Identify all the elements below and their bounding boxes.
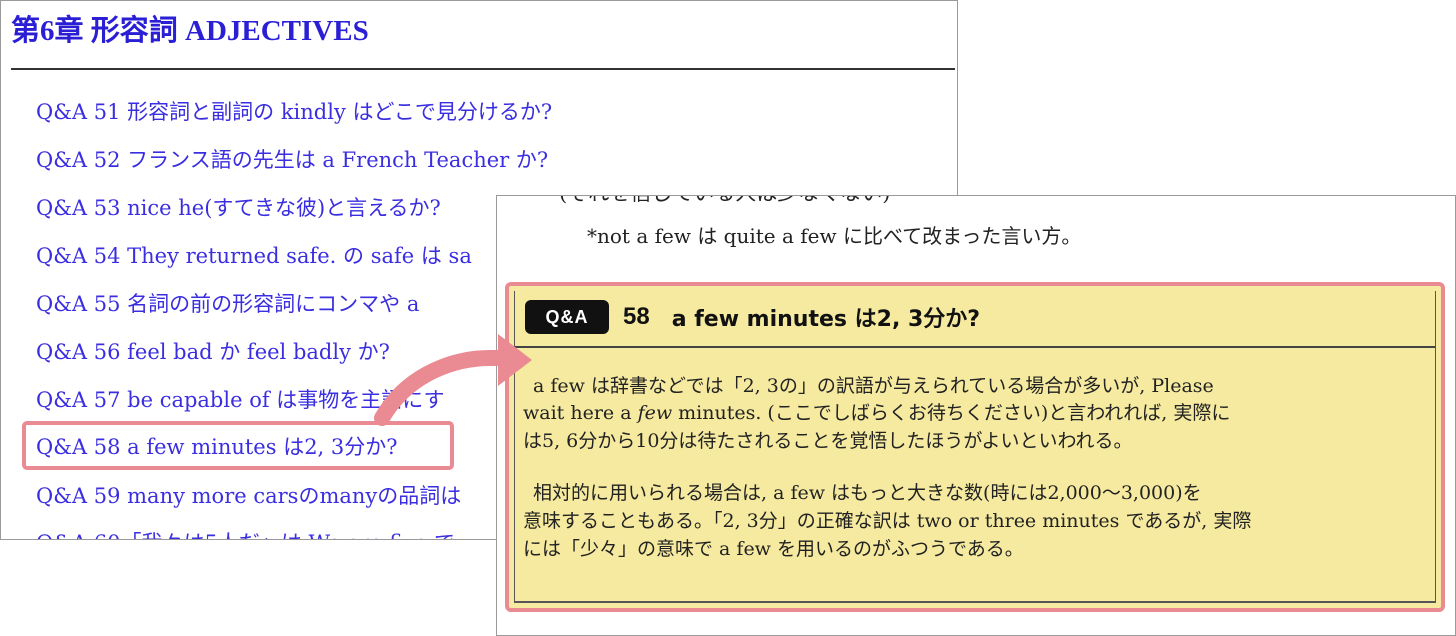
toc-item-qa-59[interactable]: Q&A 59 many more carsのmanyの品詞は — [36, 482, 461, 510]
page-excerpt-panel: (それを信じている人は少なくない) *not a few は quite a f… — [496, 195, 1456, 636]
toc-item-label: Q&A 55 名詞の前の形容詞にコンマや a — [36, 292, 420, 316]
toc-item-qa-60[interactable]: Q&A 60「我々は5人だ」は We are five で — [36, 529, 455, 539]
toc-item-label: Q&A 59 many more carsのmanyの品詞は — [36, 484, 462, 508]
note-line: *not a few は quite a few に比べて改まった言い方。 — [587, 224, 1082, 248]
toc-item-label: Q&A 54 They returned safe. の safe は sa — [36, 244, 472, 268]
arrow-shaft — [374, 350, 508, 426]
toc-item-qa-53[interactable]: Q&A 53 nice he(すてきな彼)と言えるか? — [36, 194, 441, 222]
toc-item-label: Q&A 56 feel bad か feel badly か? — [36, 340, 390, 364]
toc-item-qa-56[interactable]: Q&A 56 feel bad か feel badly か? — [36, 338, 390, 366]
qa-body-emphasis: few — [637, 402, 673, 424]
qa-header: Q&A 58 a few minutes は2, 3分か? — [525, 298, 980, 336]
toc-item-qa-52[interactable]: Q&A 52 フランス語の先生は a French Teacher か? — [36, 146, 548, 174]
toc-item-label: Q&A 60「我々は5人だ」は We are five で — [36, 531, 455, 539]
toc-item-label: Q&A 53 nice he(すてきな彼)と言えるか? — [36, 196, 441, 220]
qa-body-text: 相対的に用いられる場合は, a few はもっと大きな数(時には2,000〜3,… — [533, 482, 1202, 504]
toc-item-label: Q&A 51 形容詞と副詞の kindly はどこで見分けるか? — [36, 100, 553, 124]
chapter-title: 第6章 形容詞 ADJECTIVES — [11, 15, 369, 47]
qa-body-text: 意味することもある。「2, 3分」の正確な訳は two or three min… — [523, 510, 1252, 532]
curved-arrow-icon — [374, 334, 532, 426]
toc-item-qa-51[interactable]: Q&A 51 形容詞と副詞の kindly はどこで見分けるか? — [36, 98, 552, 126]
qa-body-line: は5, 6分から10分は待たされることを覚悟したほうがよいといわれる。 — [523, 425, 1133, 457]
qa-title: a few minutes は2, 3分か? — [671, 307, 981, 332]
toc-item-qa-54[interactable]: Q&A 54 They returned safe. の safe は sa — [36, 242, 472, 270]
qa-body-text: a few は辞書などでは「2, 3の」の訳語が与えられている場合が多いが, P… — [533, 375, 1214, 397]
toc-item-label: Q&A 52 フランス語の先生は a French Teacher か? — [36, 148, 549, 172]
qa-body-text: には「少々」の意味で a few を用いるのがふつうである。 — [523, 538, 1024, 560]
qa-58-box: Q&A 58 a few minutes は2, 3分か? a few は辞書な… — [505, 282, 1445, 612]
toc-item-qa-58[interactable]: Q&A 58 a few minutes は2, 3分か? — [36, 433, 398, 461]
qa-body-text: minutes. (ここでしばらくお待ちください)と言われれば, 実際に — [672, 402, 1231, 424]
qa-number: 58 — [623, 303, 650, 330]
toc-item-qa-55[interactable]: Q&A 55 名詞の前の形容詞にコンマや a — [36, 290, 419, 318]
clipped-text-line: (それを信じている人は少なくない) — [559, 196, 890, 207]
qa-header-divider — [515, 346, 1435, 348]
chapter-title-divider — [11, 68, 955, 70]
toc-item-label: Q&A 58 a few minutes は2, 3分か? — [36, 435, 398, 459]
arrow-head — [498, 334, 532, 386]
qa-body-line: には「少々」の意味で a few を用いるのがふつうである。 — [523, 533, 1024, 565]
qa-body-text: は5, 6分から10分は待たされることを覚悟したほうがよいといわれる。 — [523, 430, 1133, 452]
